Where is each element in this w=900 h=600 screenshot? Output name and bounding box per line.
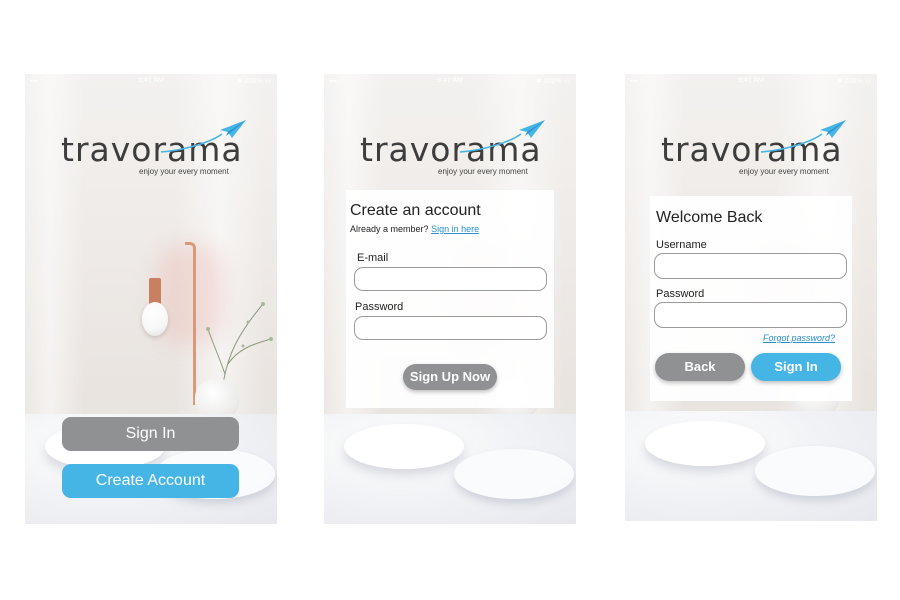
email-label: E-mail xyxy=(357,252,389,264)
travorama-logo: travorama enjoy your every moment xyxy=(360,120,550,182)
lamp-stem xyxy=(185,242,196,405)
bed-blanket xyxy=(324,414,576,524)
battery-icon: ✱ 100% ▭ xyxy=(535,78,570,85)
member-prompt: Already a member? Sign in here xyxy=(350,224,479,234)
username-field[interactable] xyxy=(654,253,847,279)
travorama-logo: travorama enjoy your every moment xyxy=(61,120,251,182)
password-field[interactable] xyxy=(354,316,547,340)
logo-tagline: enjoy your every moment xyxy=(139,167,229,176)
form-title: Create an account xyxy=(350,202,481,219)
sign-up-now-button[interactable]: Sign Up Now xyxy=(403,364,497,390)
bed-blanket xyxy=(625,411,877,521)
form-title: Welcome Back xyxy=(656,209,763,226)
login-form-card: Welcome Back Username Password Forgot pa… xyxy=(650,196,852,401)
username-label: Username xyxy=(656,239,707,251)
login-screen: ▪▪▪ ◠ 9:41 AM ✱ 100% ▭ travorama enjoy y… xyxy=(625,74,877,521)
status-bar: ▪▪▪ ◠ 9:41 AM ✱ 100% ▭ xyxy=(324,74,576,88)
password-label: Password xyxy=(355,301,404,313)
password-field[interactable] xyxy=(654,302,847,328)
email-field[interactable] xyxy=(354,267,547,291)
sign-in-link[interactable]: Sign in here xyxy=(431,224,479,234)
forgot-password-link[interactable]: Forgot password? xyxy=(763,333,835,343)
sign-in-button[interactable]: Sign In xyxy=(751,353,841,381)
password-label: Password xyxy=(656,288,705,300)
paper-plane-icon xyxy=(459,120,545,153)
paper-plane-icon xyxy=(160,120,246,153)
battery-icon: ✱ 100% ▭ xyxy=(836,78,871,85)
sign-in-button[interactable]: Sign In xyxy=(62,417,239,451)
vase xyxy=(195,379,239,419)
lamp-bulb xyxy=(142,302,168,336)
paper-plane-icon xyxy=(760,120,846,153)
create-account-button[interactable]: Create Account xyxy=(62,464,239,498)
logo-tagline: enjoy your every moment xyxy=(739,167,829,176)
logo-tagline: enjoy your every moment xyxy=(438,167,528,176)
welcome-screen: ▪▪▪ ◠ 9:41 AM ✱ 100% ▭ travorama enjoy y… xyxy=(25,74,277,524)
signup-form-card: Create an account Already a member? Sign… xyxy=(346,190,554,408)
status-bar: ▪▪▪ ◠ 9:41 AM ✱ 100% ▭ xyxy=(25,74,277,88)
travorama-logo: travorama enjoy your every moment xyxy=(661,120,851,182)
back-button[interactable]: Back xyxy=(655,353,745,381)
battery-icon: ✱ 100% ▭ xyxy=(236,78,271,85)
status-bar: ▪▪▪ ◠ 9:41 AM ✱ 100% ▭ xyxy=(625,74,877,88)
plant-branches xyxy=(206,302,273,384)
signup-screen: ▪▪▪ ◠ 9:41 AM ✱ 100% ▭ travorama enjoy y… xyxy=(324,74,576,524)
member-prompt-text: Already a member? xyxy=(350,224,429,234)
